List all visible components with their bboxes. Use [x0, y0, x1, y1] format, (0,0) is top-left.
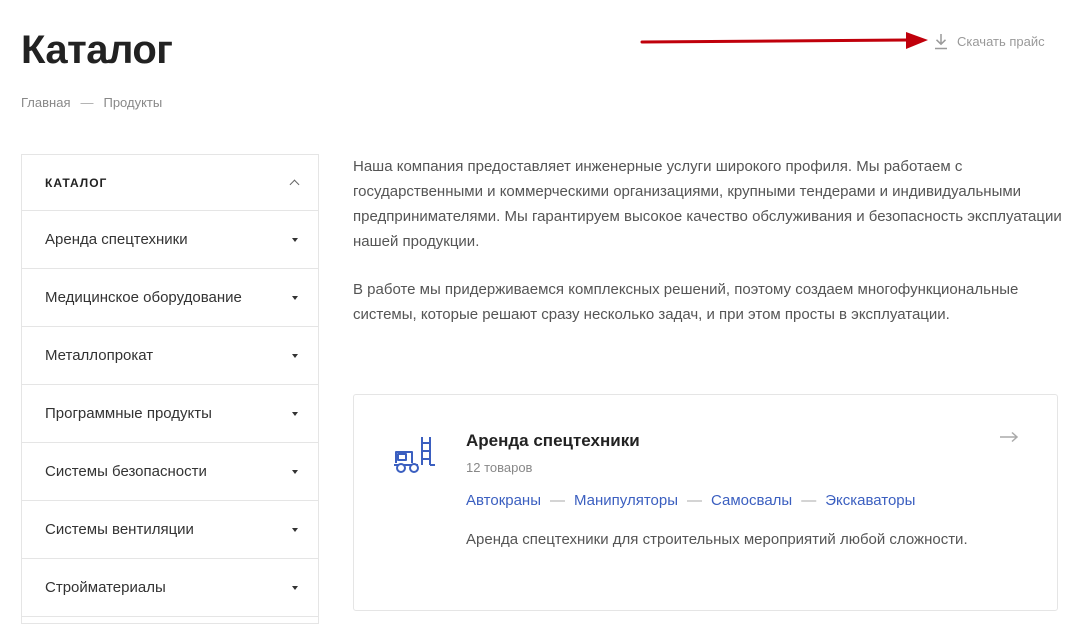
sidebar-item-label: Программные продукты [45, 405, 212, 422]
sidebar-item-ventilation-systems[interactable]: Системы вентиляции [22, 501, 318, 559]
caret-down-icon [292, 527, 298, 532]
intro-text: Наша компания предоставляет инженерные у… [353, 154, 1063, 350]
link-separator: — [687, 492, 703, 509]
sidebar-item-software[interactable]: Программные продукты [22, 385, 318, 443]
subcategory-link-excavators[interactable]: Экскаваторы [825, 492, 915, 509]
caret-down-icon [292, 353, 298, 358]
sidebar-item-label: Медицинское оборудование [45, 289, 242, 306]
sidebar-item-label: Системы вентиляции [45, 521, 194, 538]
sidebar-item-medical-equipment[interactable]: Медицинское оборудование [22, 269, 318, 327]
download-price-link[interactable]: Скачать прайс [933, 33, 1045, 50]
breadcrumb-separator: — [80, 95, 94, 110]
annotation-arrow-icon [640, 32, 928, 49]
intro-paragraph: В работе мы придерживаемся комплексных р… [353, 281, 1019, 323]
caret-down-icon [292, 237, 298, 242]
forklift-icon [394, 437, 435, 473]
breadcrumb-products[interactable]: Продукты [103, 95, 162, 110]
sidebar-item-security-systems[interactable]: Системы безопасности [22, 443, 318, 501]
sidebar-item-building-materials[interactable]: Стройматериалы [22, 559, 318, 617]
sidebar-item-equipment-rental[interactable]: Аренда спецтехники [22, 211, 318, 269]
download-icon [935, 34, 947, 50]
card-title[interactable]: Аренда спецтехники [466, 431, 640, 451]
sidebar-item-metal-products[interactable]: Металлопрокат [22, 327, 318, 385]
subcategory-link-manipulators[interactable]: Манипуляторы [574, 492, 678, 509]
caret-down-icon [292, 469, 298, 474]
caret-down-icon [292, 585, 298, 590]
link-separator: — [801, 492, 817, 509]
card-description: Аренда спецтехники для строительных меро… [466, 531, 968, 548]
subcategory-link-autocranes[interactable]: Автокраны [466, 492, 541, 509]
sidebar-item-label: Аренда спецтехники [45, 231, 188, 248]
download-label: Скачать прайс [957, 34, 1045, 49]
card-item-count: 12 товаров [466, 460, 533, 475]
sidebar-item-label: Металлопрокат [45, 347, 154, 364]
sidebar-item-label: Стройматериалы [45, 579, 166, 596]
category-card[interactable]: Аренда спецтехники 12 товаров Автокраны … [353, 394, 1058, 611]
arrow-right-icon[interactable] [999, 431, 1019, 443]
catalog-sidebar: КАТАЛОГ Аренда спецтехники Медицинское о… [21, 154, 319, 624]
subcategory-link-dump-trucks[interactable]: Самосвалы [711, 492, 792, 509]
page-title: Каталог [21, 28, 173, 72]
sidebar-item-label: Системы безопасности [45, 463, 207, 480]
card-subcategory-links: Автокраны — Манипуляторы — Самосвалы — Э… [466, 492, 915, 509]
intro-paragraph: Наша компания предоставляет инженерные у… [353, 158, 1062, 250]
chevron-up-icon [289, 179, 300, 190]
caret-down-icon [292, 295, 298, 300]
breadcrumb: Главная — Продукты [21, 95, 162, 110]
link-separator: — [550, 492, 565, 509]
caret-down-icon [292, 411, 298, 416]
breadcrumb-home[interactable]: Главная [21, 95, 70, 110]
sidebar-title: КАТАЛОГ [45, 175, 108, 190]
sidebar-catalog-toggle[interactable]: КАТАЛОГ [22, 155, 318, 211]
